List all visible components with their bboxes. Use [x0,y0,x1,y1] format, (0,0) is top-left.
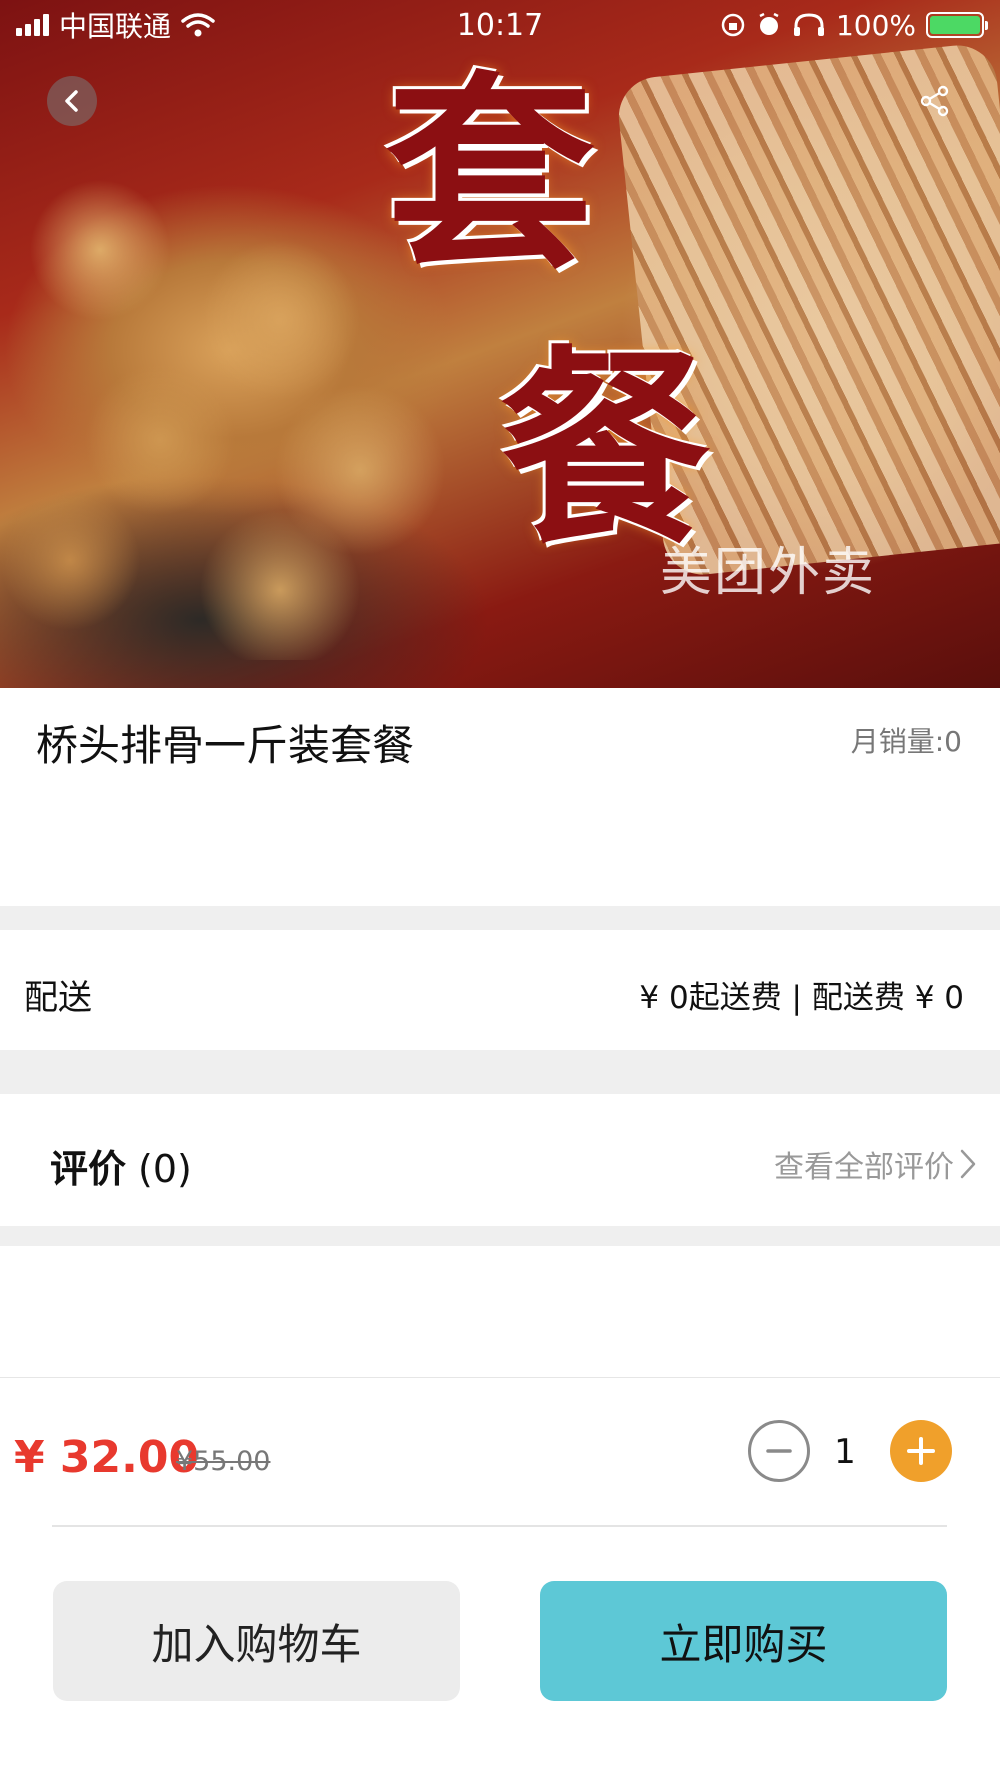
hero-overlay-char-2: 餐 [500,326,711,573]
delivery-label: 配送 [24,978,92,1018]
quantity-value: 1 [834,1432,856,1472]
buy-now-button[interactable]: 立即购买 [540,1581,947,1701]
headphones-icon [793,13,824,36]
section-divider [0,1050,1000,1094]
plus-icon [907,1437,935,1465]
status-bar: 中国联通 10:17 100% [0,0,1000,50]
increase-quantity-button[interactable] [890,1420,952,1482]
product-title-section: 桥头排骨一斤装套餐 月销量:0 [0,688,1000,906]
status-right: 100% [720,8,988,42]
monthly-sales: 月销量:0 [850,725,962,758]
orientation-lock-icon [721,13,745,37]
delivery-section: 配送 ¥ 0起送费 | 配送费 ¥ 0 [0,930,1000,1050]
reviews-title: 评价 (0) [50,1138,192,1193]
share-button[interactable] [910,76,960,126]
back-button[interactable] [47,76,97,126]
section-divider [0,906,1000,930]
wifi-icon [181,13,215,37]
divider-line [52,1525,947,1527]
section-divider [0,1226,1000,1246]
status-left: 中国联通 [16,5,215,45]
blank-content-area [0,1246,1000,1378]
alarm-icon [759,12,779,35]
chevron-left-icon [65,90,78,112]
product-hero-image: 套 餐 美团外卖 [0,0,1000,688]
delivery-fee-info: ¥ 0起送费 | 配送费 ¥ 0 [639,980,964,1016]
product-name: 桥头排骨一斤装套餐 [36,721,415,770]
current-price: ¥ 32.00 [14,1432,200,1483]
hero-watermark: 美团外卖 [660,543,877,603]
signal-icon [16,14,49,36]
decrease-quantity-button[interactable] [748,1420,810,1482]
view-all-reviews-link[interactable]: 查看全部评价 [774,1142,978,1186]
reviews-count: (0) [138,1147,192,1191]
battery-icon [926,12,988,38]
product-detail-page: 套 餐 美团外卖 中国联通 10:17 100% 桥头排骨一斤装套餐 月销量:0… [0,0,1000,1778]
carrier-name: 中国联通 [59,10,172,43]
chevron-right-icon [960,1149,976,1179]
battery-percent: 100% [835,8,916,42]
share-icon [920,85,949,117]
original-price: ¥55.00 [176,1446,271,1477]
price-row: ¥ 32.00 ¥55.00 1 [0,1380,1000,1526]
minus-icon [766,1449,792,1453]
reviews-label: 评价 [50,1147,127,1191]
view-all-reviews-label: 查看全部评价 [774,1150,954,1185]
reviews-section: 评价 (0) 查看全部评价 [0,1094,1000,1226]
hero-overlay-char-1: 套 [385,51,596,298]
add-to-cart-button[interactable]: 加入购物车 [53,1581,460,1701]
